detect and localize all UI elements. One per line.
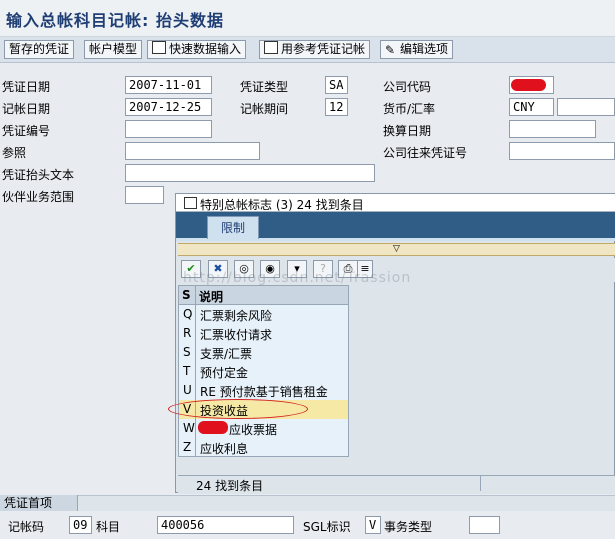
row-key: U xyxy=(183,383,192,397)
row-description: 汇票剩余风险 xyxy=(200,309,273,323)
currency-field[interactable]: CNY xyxy=(509,98,554,116)
posting-key-label: 记帐码 xyxy=(8,520,45,534)
redaction-mark xyxy=(511,79,546,91)
row-key: R xyxy=(183,326,192,340)
row-key: Q xyxy=(183,307,193,321)
posting-date-label: 记帐日期 xyxy=(2,102,51,116)
row-description: 应收票据 xyxy=(229,423,278,437)
doc-date-label: 凭证日期 xyxy=(2,80,51,94)
doc-number-field[interactable] xyxy=(125,120,212,138)
row-key: T xyxy=(183,364,191,378)
exchange-rate-field[interactable] xyxy=(557,98,615,116)
list-item[interactable]: Q 汇票剩余风险 xyxy=(179,305,348,324)
list-item[interactable]: Z 应收利息 xyxy=(179,438,348,457)
transaction-type-field[interactable] xyxy=(469,516,500,534)
dialog-window-icon xyxy=(184,197,197,209)
first-item-section-bar xyxy=(0,495,615,512)
post-with-reference-label: 用参考凭证记帐 xyxy=(281,42,366,56)
posting-key-field[interactable]: 09 xyxy=(69,516,92,534)
redaction-mark xyxy=(198,421,228,434)
translation-date-label: 换算日期 xyxy=(383,124,432,138)
partner-area-field[interactable] xyxy=(125,186,164,204)
document-copy-icon xyxy=(264,41,278,54)
list-item[interactable]: S 支票/汇票 xyxy=(179,343,348,362)
expand-restrictions-toggle[interactable]: ▽ xyxy=(178,243,615,256)
currency-label: 货币/汇率 xyxy=(383,102,436,116)
row-description: 应收利息 xyxy=(200,442,249,456)
page-title: 输入总帐科目记帐: 抬头数据 xyxy=(6,11,224,30)
row-key: S xyxy=(183,345,191,359)
account-model-button[interactable]: 帐户模型 xyxy=(84,40,143,59)
held-documents-button[interactable]: 暂存的凭证 xyxy=(4,40,75,59)
watermark: http://blog.csdn.net/Trassion xyxy=(183,270,412,286)
reference-field[interactable] xyxy=(125,142,260,160)
row-description: 支票/汇票 xyxy=(200,347,253,361)
account-model-label: 帐户模型 xyxy=(89,42,138,56)
company-code-label: 公司代码 xyxy=(383,80,432,94)
column-header-key[interactable]: S xyxy=(182,288,191,302)
sgl-indicator-label: SGL标识 xyxy=(303,520,351,534)
posting-date-field[interactable]: 2007-12-25 xyxy=(125,98,212,116)
list-item[interactable]: T 预付定金 xyxy=(179,362,348,381)
editing-options-label: 编辑选项 xyxy=(400,42,449,56)
period-label: 记帐期间 xyxy=(240,102,289,116)
doc-date-field[interactable]: 2007-11-01 xyxy=(125,76,212,94)
dialog-title: 特别总帐标志 (3) 24 找到条目 xyxy=(200,198,364,212)
doc-type-label: 凭证类型 xyxy=(240,80,289,94)
header-text-field[interactable] xyxy=(125,164,375,182)
intercompany-field[interactable] xyxy=(509,142,615,160)
editing-options-button[interactable]: ✎ 编辑选项 xyxy=(380,40,454,59)
account-label: 科目 xyxy=(96,520,121,534)
doc-number-label: 凭证编号 xyxy=(2,124,51,138)
pencil-icon: ✎ xyxy=(385,43,396,57)
row-key: Z xyxy=(183,440,192,454)
account-field[interactable]: 400056 xyxy=(157,516,294,534)
intercompany-label: 公司往来凭证号 xyxy=(383,146,468,160)
list-item[interactable]: U RE 预付款基于销售租金 xyxy=(179,381,348,400)
application-toolbar: 暂存的凭证 帐户模型 快速数据输入 用参考凭证记帐 ✎ 编辑选项 xyxy=(0,37,615,63)
post-with-reference-button[interactable]: 用参考凭证记帐 xyxy=(259,40,371,59)
tab-restrictions[interactable]: 限制 xyxy=(207,216,259,239)
first-item-section-label: 凭证首项 xyxy=(0,495,78,511)
row-key: W xyxy=(183,421,195,435)
dialog-status-box xyxy=(480,476,615,491)
header-text-label: 凭证抬头文本 xyxy=(2,168,75,182)
partner-area-label: 伙伴业务范围 xyxy=(2,190,75,204)
sgl-indicator-field[interactable]: V xyxy=(365,516,381,534)
chevron-down-icon: ▽ xyxy=(393,244,400,254)
fast-data-entry-button[interactable]: 快速数据输入 xyxy=(147,40,247,59)
document-edit-icon xyxy=(152,41,166,54)
translation-date-field[interactable] xyxy=(509,120,596,138)
row-description: 汇票收付请求 xyxy=(200,328,273,342)
row-description: 预付定金 xyxy=(200,366,249,380)
column-separator xyxy=(195,286,196,456)
row-description: RE 预付款基于销售租金 xyxy=(200,385,328,399)
list-item[interactable]: R 汇票收付请求 xyxy=(179,324,348,343)
dialog-status-text: 24 找到条目 xyxy=(196,479,264,493)
fast-data-entry-label: 快速数据输入 xyxy=(169,42,242,56)
transaction-type-label: 事务类型 xyxy=(384,520,433,534)
period-field[interactable]: 12 xyxy=(325,98,348,116)
highlight-ellipse xyxy=(168,399,308,419)
held-documents-label: 暂存的凭证 xyxy=(9,42,70,56)
doc-type-field[interactable]: SA xyxy=(325,76,348,94)
column-header-description[interactable]: 说明 xyxy=(199,288,223,305)
reference-label: 参照 xyxy=(2,146,27,160)
